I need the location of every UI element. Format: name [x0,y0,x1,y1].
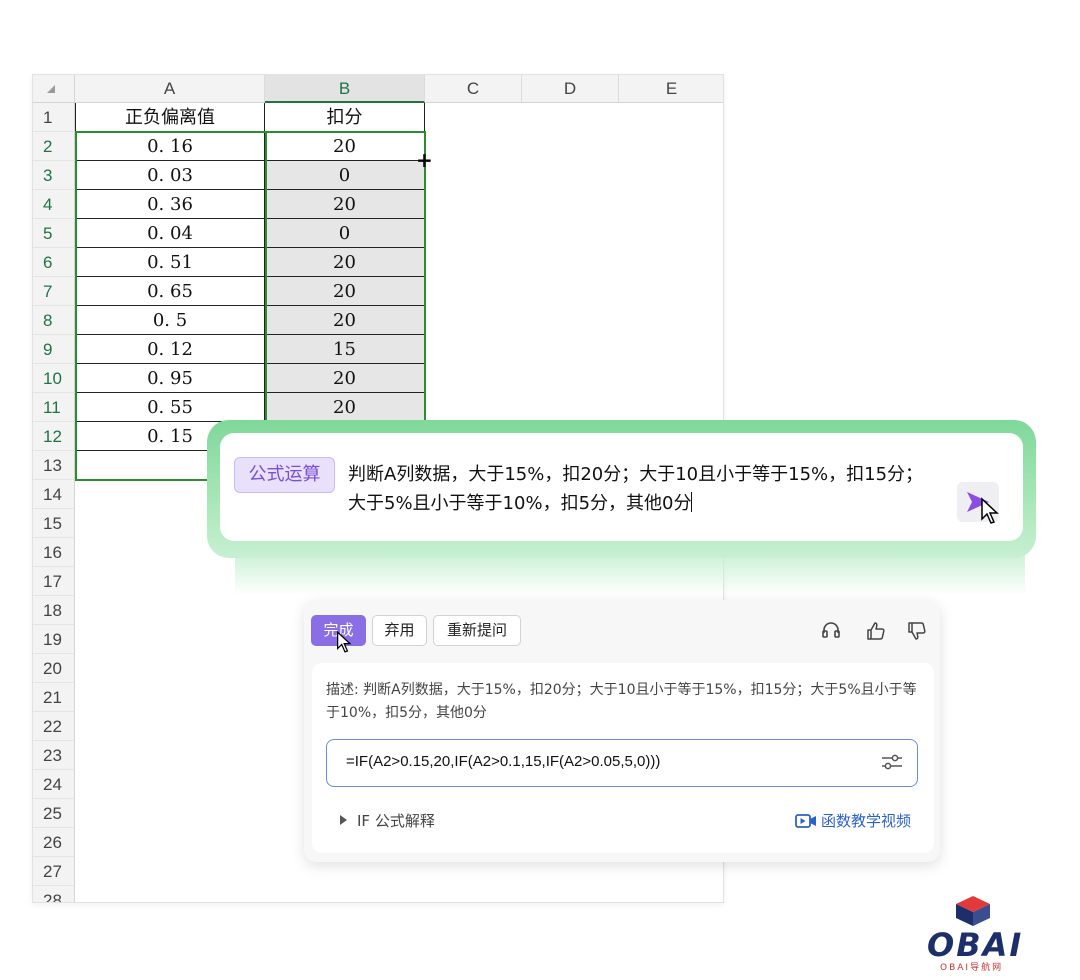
row-header-14[interactable]: 14 [33,480,75,509]
mouse-pointer-icon [337,630,352,653]
row-header-5[interactable]: 5 [33,219,75,248]
discard-button[interactable]: 弃用 [372,615,427,646]
row-header-8[interactable]: 8 [33,306,75,335]
logo-wordmark: OBAI [927,926,1024,964]
explanation-label: IF 公式解释 [357,812,435,830]
row-header-9[interactable]: 9 [33,335,75,364]
row-header-23[interactable]: 23 [33,741,75,770]
cell-a4[interactable]: 0. 36 [75,190,265,219]
prompt-input[interactable]: 判断A列数据，大于15%，扣20分；大于10且小于等于15%，扣15分；大于5%… [348,460,938,518]
mouse-pointer-icon [981,497,999,524]
row-header-17[interactable]: 17 [33,567,75,596]
column-header-a[interactable]: A [75,75,265,103]
cell-a3[interactable]: 0. 03 [75,161,265,190]
cell-b1[interactable]: 扣分 [265,103,425,132]
fill-handle-cursor-icon: + [416,148,433,172]
formula-text: =IF(A2>0.15,20,IF(A2>0.1,15,IF(A2>0.05,5… [346,753,661,770]
cell-a8[interactable]: 0. 5 [75,306,265,335]
obai-logo-icon [956,896,990,926]
tutorial-video-label: 函数教学视频 [821,812,912,830]
cell-b8[interactable]: 20 [265,306,425,335]
cell-b11[interactable]: 20 [265,393,425,422]
cell-b3[interactable]: 0 [265,161,425,190]
select-all-corner[interactable] [33,75,75,103]
cell-a7[interactable]: 0. 65 [75,277,265,306]
video-icon [795,814,816,828]
row-header-13[interactable]: 13 [33,451,75,480]
thumbs-up-icon[interactable] [865,620,887,642]
cell-a5[interactable]: 0. 04 [75,219,265,248]
cell-a11[interactable]: 0. 55 [75,393,265,422]
expand-triangle-icon [340,815,347,825]
prompt-glow [235,555,1025,595]
cell-a10[interactable]: 0. 95 [75,364,265,393]
cell-b9[interactable]: 15 [265,335,425,364]
prompt-text: 判断A列数据，大于15%，扣20分；大于10且小于等于15%，扣15分；大于5%… [348,464,924,514]
column-header-b[interactable]: B [265,75,425,103]
row-header-2[interactable]: 2 [33,132,75,161]
formula-explanation-toggle[interactable]: IF 公式解释 [340,810,435,831]
row-header-21[interactable]: 21 [33,683,75,712]
row-header-7[interactable]: 7 [33,277,75,306]
logo-subtitle: OBAI导航网 [940,963,1004,973]
tutorial-video-link[interactable]: 函数教学视频 [795,810,911,831]
formula-mode-tag[interactable]: 公式运算 [234,457,335,493]
adjust-settings-icon[interactable] [880,752,904,772]
row-header-15[interactable]: 15 [33,509,75,538]
reask-button[interactable]: 重新提问 [433,615,521,646]
cell-a9[interactable]: 0. 12 [75,335,265,364]
cell-a2[interactable]: 0. 16 [75,132,265,161]
row-header-27[interactable]: 27 [33,857,75,886]
row-header-1[interactable]: 1 [33,103,75,132]
column-header-c[interactable]: C [425,75,522,103]
row-header-4[interactable]: 4 [33,190,75,219]
formula-description: 描述: 判断A列数据，大于15%，扣20分；大于10且小于等于15%，扣15分；… [326,682,917,721]
cell-b4[interactable]: 20 [265,190,425,219]
cell-a1[interactable]: 正负偏离值 [75,103,265,132]
corner-triangle-icon [47,85,55,93]
cell-b10[interactable]: 20 [265,364,425,393]
row-header-11[interactable]: 11 [33,393,75,422]
support-headset-icon[interactable] [820,620,842,642]
row-header-19[interactable]: 19 [33,625,75,654]
row-header-25[interactable]: 25 [33,799,75,828]
cell-b5[interactable]: 0 [265,219,425,248]
row-header-24[interactable]: 24 [33,770,75,799]
thumbs-down-icon[interactable] [906,620,928,642]
cell-b2[interactable]: 20 [265,132,425,161]
row-header-28[interactable]: 28 [33,886,75,902]
column-header-d[interactable]: D [522,75,619,103]
cell-a6[interactable]: 0. 51 [75,248,265,277]
row-header-10[interactable]: 10 [33,364,75,393]
row-header-16[interactable]: 16 [33,538,75,567]
row-header-3[interactable]: 3 [33,161,75,190]
cell-b7[interactable]: 20 [265,277,425,306]
row-header-12[interactable]: 12 [33,422,75,451]
row-header-22[interactable]: 22 [33,712,75,741]
row-header-20[interactable]: 20 [33,654,75,683]
row-header-6[interactable]: 6 [33,248,75,277]
column-header-e[interactable]: E [619,75,723,103]
row-header-18[interactable]: 18 [33,596,75,625]
text-caret [691,492,693,512]
row-header-26[interactable]: 26 [33,828,75,857]
cell-b6[interactable]: 20 [265,248,425,277]
